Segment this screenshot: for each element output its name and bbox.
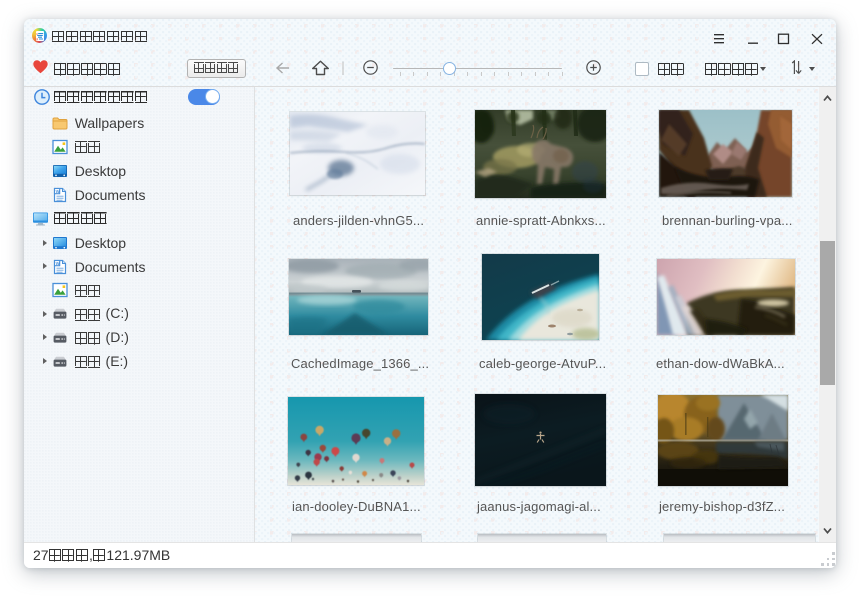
svg-text:W: W [56,189,61,194]
svg-text:W: W [56,261,61,266]
